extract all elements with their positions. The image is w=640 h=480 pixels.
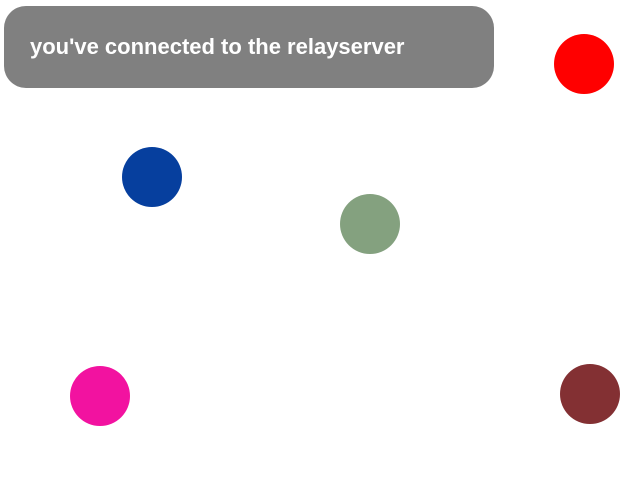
- green-dot[interactable]: [340, 194, 400, 254]
- maroon-dot[interactable]: [560, 364, 620, 424]
- pink-dot[interactable]: [70, 366, 130, 426]
- red-dot[interactable]: [554, 34, 614, 94]
- blue-dot[interactable]: [122, 147, 182, 207]
- connection-status-banner: you've connected to the relayserver: [4, 6, 494, 88]
- connection-status-text: you've connected to the relayserver: [30, 34, 405, 59]
